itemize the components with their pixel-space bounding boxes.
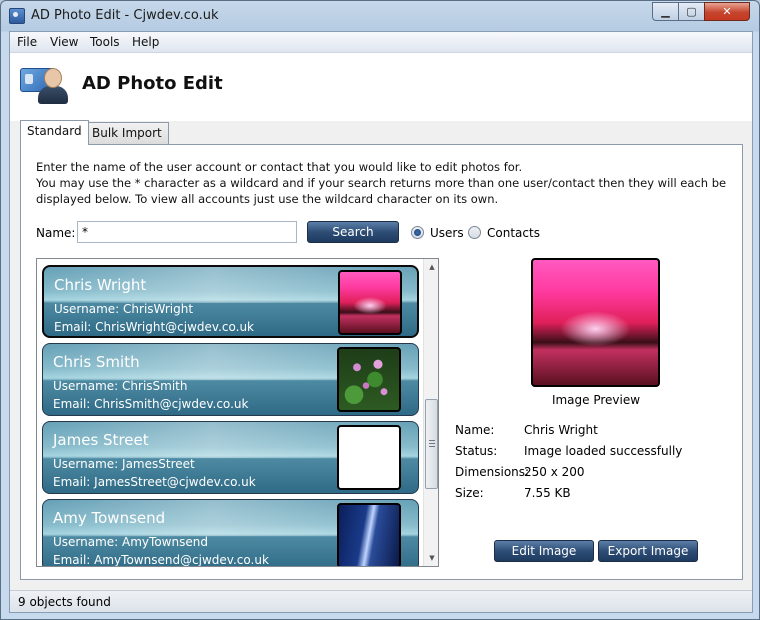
user-email: Email: ChrisSmith@cjwdev.co.uk (53, 397, 249, 411)
user-photo-thumbnail (338, 270, 402, 335)
menu-help[interactable]: Help (132, 35, 159, 49)
name-search-input[interactable] (77, 221, 297, 243)
minimize-icon: ▁ (661, 5, 670, 18)
app-header: AD Photo Edit (10, 53, 752, 121)
header-title: AD Photo Edit (82, 73, 223, 94)
window-title: AD Photo Edit - Cjwdev.co.uk (31, 8, 219, 23)
user-name: Chris Smith (53, 353, 140, 371)
info-size-key: Size: (455, 486, 484, 500)
menu-tools[interactable]: Tools (90, 35, 120, 49)
list-item[interactable]: Chris Wright Username: ChrisWright Email… (42, 265, 419, 338)
user-name: Chris Wright (54, 276, 147, 294)
maximize-icon: ▢ (686, 5, 697, 18)
info-size-value: 7.55 KB (524, 486, 571, 500)
instructions-text: Enter the name of the user account or co… (36, 159, 736, 207)
users-radio-label[interactable]: Users (430, 226, 464, 240)
tab-bulk-import[interactable]: Bulk Import (85, 122, 169, 144)
title-bar[interactable]: AD Photo Edit - Cjwdev.co.uk ▁ ▢ ✕ (1, 1, 759, 31)
status-bar: 9 objects found (10, 590, 752, 612)
user-name: Amy Townsend (53, 509, 166, 527)
user-username: Username: ChrisSmith (53, 379, 188, 393)
info-dimensions-key: Dimensions: (455, 465, 530, 479)
info-status-key: Status: (455, 444, 498, 458)
photo-id-logo-icon (20, 62, 70, 106)
info-dimensions-value: 250 x 200 (524, 465, 585, 479)
info-status-value: Image loaded successfully (524, 444, 683, 458)
instructions-line-1: Enter the name of the user account or co… (36, 160, 523, 174)
export-image-button[interactable]: Export Image (598, 540, 698, 562)
user-photo-thumbnail (337, 503, 401, 566)
close-icon: ✕ (722, 5, 732, 18)
user-email: Email: JamesStreet@cjwdev.co.uk (53, 475, 256, 489)
user-username: Username: AmyTownsend (53, 535, 208, 549)
minimize-button[interactable]: ▁ (652, 2, 679, 21)
standard-tab-panel: Enter the name of the user account or co… (20, 144, 743, 580)
contacts-radio-label[interactable]: Contacts (487, 226, 540, 240)
instructions-line-2: You may use the * character as a wildcar… (36, 176, 727, 206)
list-item[interactable]: Amy Townsend Username: AmyTownsend Email… (42, 499, 419, 567)
info-name-key: Name: (455, 423, 495, 437)
contacts-radio[interactable] (468, 226, 481, 239)
user-email: Email: ChrisWright@cjwdev.co.uk (54, 320, 255, 334)
results-scrollbar[interactable]: ▲ ▼ (423, 259, 438, 566)
menu-view[interactable]: View (50, 35, 78, 49)
user-photo-thumbnail (337, 347, 401, 412)
list-item[interactable]: James Street Username: JamesStreet Email… (42, 421, 419, 494)
close-button[interactable]: ✕ (704, 2, 750, 21)
user-username: Username: JamesStreet (53, 457, 195, 471)
results-list[interactable]: Chris Wright Username: ChrisWright Email… (36, 258, 439, 567)
status-text: 9 objects found (18, 595, 111, 609)
name-label: Name: (36, 226, 76, 240)
image-preview (531, 258, 660, 387)
users-radio[interactable] (411, 226, 424, 239)
info-name-value: Chris Wright (524, 423, 598, 437)
maximize-button[interactable]: ▢ (678, 2, 705, 21)
user-name: James Street (53, 431, 149, 449)
list-item[interactable]: Chris Smith Username: ChrisSmith Email: … (42, 343, 419, 416)
scroll-thumb[interactable] (425, 399, 438, 489)
scroll-down-icon[interactable]: ▼ (424, 550, 438, 566)
user-email: Email: AmyTownsend@cjwdev.co.uk (53, 553, 269, 567)
app-icon[interactable] (9, 8, 25, 24)
user-username: Username: ChrisWright (54, 302, 194, 316)
user-photo-thumbnail (337, 425, 401, 490)
edit-image-button[interactable]: Edit Image (494, 540, 594, 562)
search-button[interactable]: Search (307, 221, 399, 243)
app-window: AD Photo Edit - Cjwdev.co.uk ▁ ▢ ✕ File … (0, 0, 760, 620)
menu-file[interactable]: File (17, 35, 37, 49)
scroll-up-icon[interactable]: ▲ (424, 259, 438, 275)
tab-standard[interactable]: Standard (20, 120, 89, 145)
menu-bar: File View Tools Help (10, 32, 752, 53)
image-preview-label: Image Preview (551, 393, 641, 407)
client-area: File View Tools Help AD Photo Edit Stand… (9, 31, 753, 613)
